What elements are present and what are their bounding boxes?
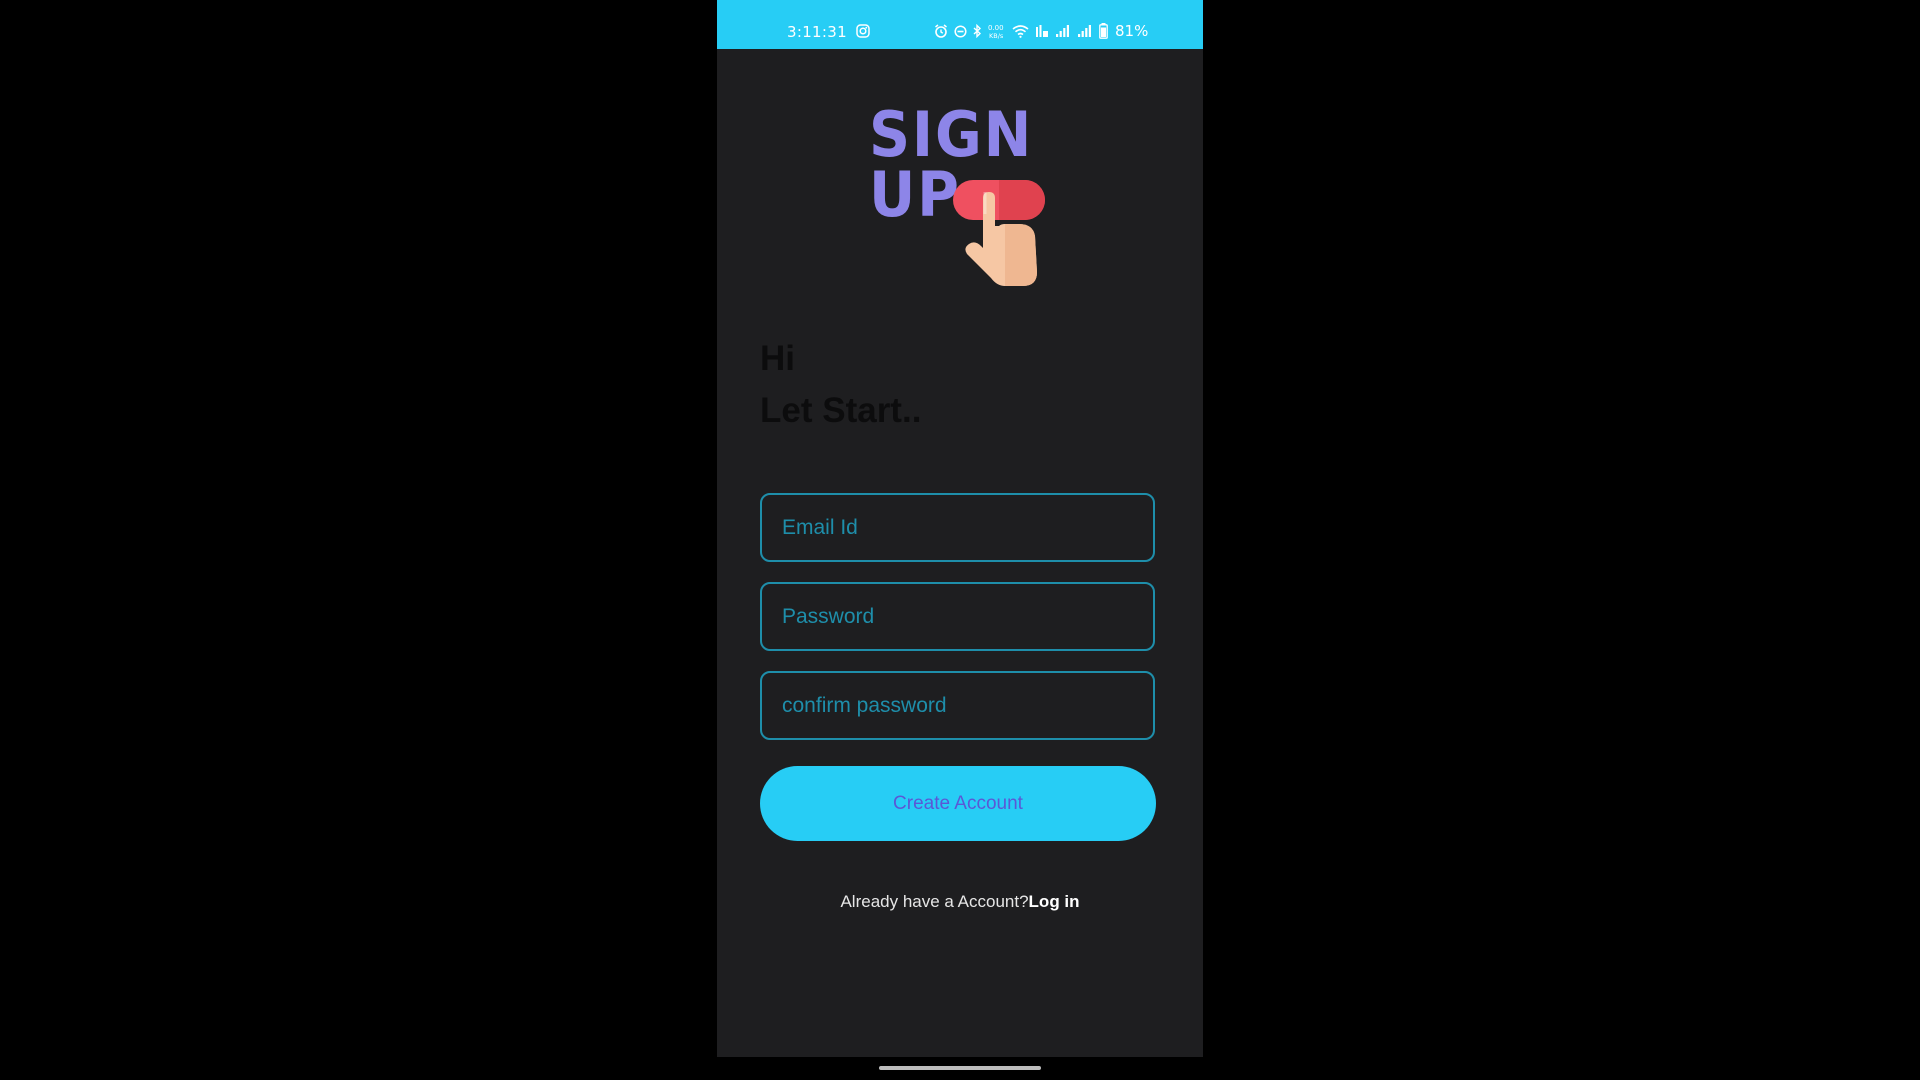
status-bar: 3:11:31 0.00 KB/s 81% (717, 0, 1203, 49)
svg-text:0.00: 0.00 (988, 24, 1004, 32)
password-input[interactable] (760, 582, 1155, 651)
signal-icon-2 (1078, 25, 1091, 37)
login-prompt-text: Already have a Account? (840, 892, 1029, 911)
bluetooth-icon (973, 24, 982, 38)
phone-screen: 3:11:31 0.00 KB/s 81% SIGN UP Hi Let Sta… (717, 0, 1203, 1057)
battery-icon (1099, 23, 1108, 39)
battery-percent: 81% (1115, 22, 1149, 40)
login-prompt: Already have a Account?Log in (717, 892, 1203, 912)
email-input[interactable] (760, 493, 1155, 562)
create-account-button[interactable]: Create Account (760, 766, 1156, 841)
status-icons: 0.00 KB/s 81% (934, 21, 1148, 41)
greeting-line-start: Let Start.. (760, 391, 922, 430)
signup-logo: SIGN UP (869, 104, 1069, 294)
signal-icon (1056, 25, 1069, 37)
svg-text:KB/s: KB/s (989, 32, 1004, 39)
dnd-icon (954, 24, 967, 38)
alarm-icon (935, 24, 947, 38)
logo-text-sign: SIGN (869, 98, 1034, 171)
greeting-heading: Hi Let Start.. (760, 333, 921, 437)
home-indicator[interactable] (879, 1066, 1041, 1070)
wifi-icon (1012, 25, 1029, 38)
logo-text-up: UP (869, 158, 961, 231)
greeting-line-hi: Hi (760, 339, 795, 378)
pointing-hand-icon (953, 180, 1045, 286)
volte-icon (1036, 25, 1048, 37)
confirm-password-input[interactable] (760, 671, 1155, 740)
data-speed-icon: 0.00 KB/s (988, 24, 1004, 39)
instagram-icon (856, 24, 870, 38)
status-time: 3:11:31 (787, 23, 847, 41)
login-link[interactable]: Log in (1029, 892, 1080, 911)
